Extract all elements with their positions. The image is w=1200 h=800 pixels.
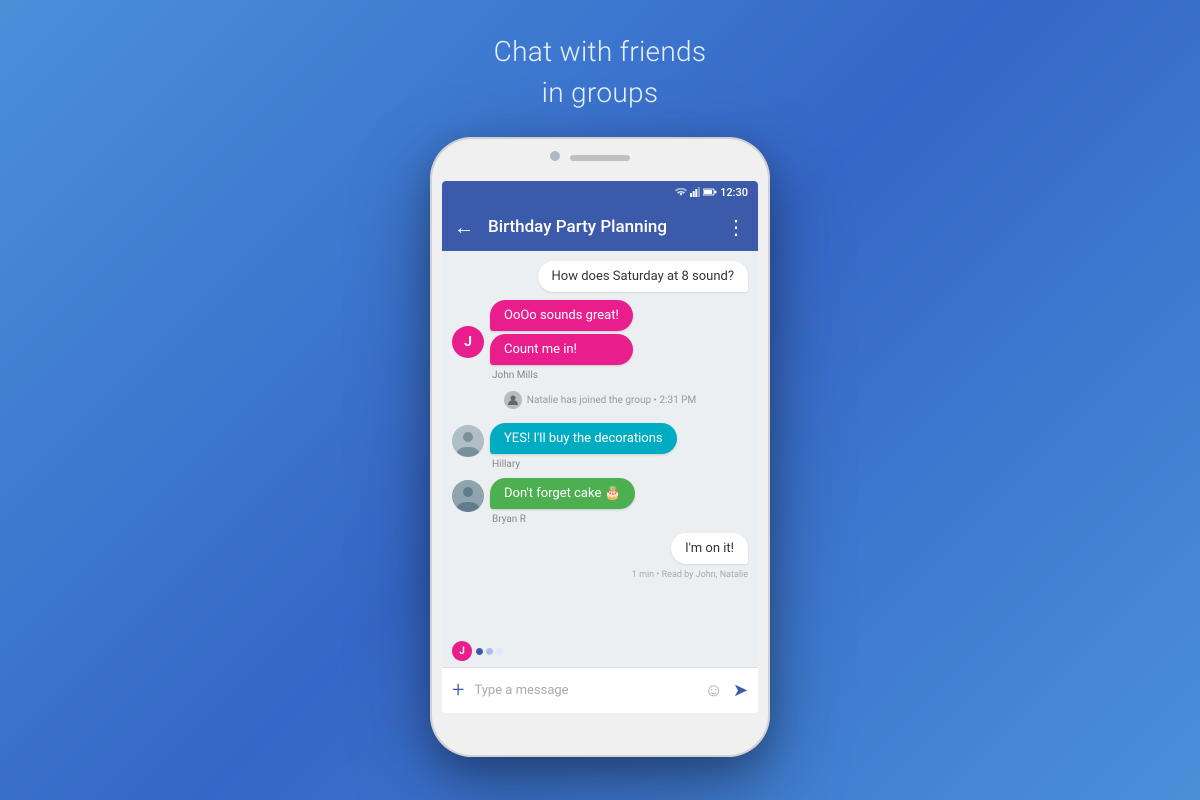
- wifi-icon: [675, 187, 687, 197]
- typing-indicator: J: [442, 637, 758, 667]
- battery-icon: [703, 188, 717, 196]
- sender-name-john: John Mills: [492, 370, 633, 381]
- message-group-john: J OoOo sounds great! Count me in! John M…: [452, 300, 748, 381]
- typing-avatar: J: [452, 641, 472, 661]
- back-button[interactable]: ←: [454, 215, 474, 240]
- app-bar: ← Birthday Party Planning ⋮: [442, 203, 758, 251]
- system-avatar: [504, 391, 522, 409]
- chat-title: Birthday Party Planning: [488, 217, 712, 237]
- phone-screen: 12:30 ← Birthday Party Planning ⋮ How do…: [442, 181, 758, 713]
- bryan-bubbles: Don't forget cake 🎂 Bryan R: [490, 478, 635, 525]
- hillary-bubbles: YES! I'll buy the decorations Hillary: [490, 423, 677, 470]
- avatar-john: J: [452, 326, 484, 358]
- avatar-hillary: [452, 425, 484, 457]
- phone-mockup: 12:30 ← Birthday Party Planning ⋮ How do…: [430, 137, 770, 757]
- system-message: Natalie has joined the group • 2:31 PM: [452, 391, 748, 409]
- message-bubble-bryan: Don't forget cake 🎂: [490, 478, 635, 509]
- message-bubble-incoming-1: How does Saturday at 8 sound?: [538, 261, 748, 292]
- message-bubble-john-1: OoOo sounds great!: [490, 300, 633, 331]
- read-receipt: 1 min • Read by John, Natalie: [632, 570, 748, 580]
- chat-area: How does Saturday at 8 sound? J OoOo sou…: [442, 251, 758, 637]
- john-bubbles: OoOo sounds great! Count me in! John Mil…: [490, 300, 633, 381]
- message-input[interactable]: Type a message: [474, 683, 694, 698]
- message-bubble-john-2: Count me in!: [490, 334, 633, 365]
- more-options-button[interactable]: ⋮: [726, 215, 746, 239]
- status-time: 12:30: [720, 186, 748, 199]
- signal-icon: [690, 187, 700, 197]
- input-bar: + Type a message ☺ ➤: [442, 667, 758, 713]
- status-icons: 12:30: [675, 186, 748, 199]
- status-bar: 12:30: [442, 181, 758, 203]
- page-title: Chat with friends in groups: [494, 32, 707, 113]
- message-bubble-incoming-2: I'm on it!: [671, 533, 748, 564]
- add-attachment-button[interactable]: +: [452, 678, 464, 703]
- sender-name-bryan: Bryan R: [492, 514, 635, 525]
- message-group-hillary: YES! I'll buy the decorations Hillary: [452, 423, 748, 470]
- dot-1: [476, 648, 483, 655]
- message-bubble-hillary: YES! I'll buy the decorations: [490, 423, 677, 454]
- dot-3: [496, 648, 503, 655]
- phone-speaker: [570, 155, 630, 161]
- typing-dots: [476, 648, 503, 655]
- message-group-bryan: Don't forget cake 🎂 Bryan R: [452, 478, 748, 525]
- sender-name-hillary: Hillary: [492, 459, 677, 470]
- emoji-button[interactable]: ☺: [705, 680, 723, 701]
- dot-2: [486, 648, 493, 655]
- avatar-bryan: [452, 480, 484, 512]
- send-button[interactable]: ➤: [733, 680, 748, 701]
